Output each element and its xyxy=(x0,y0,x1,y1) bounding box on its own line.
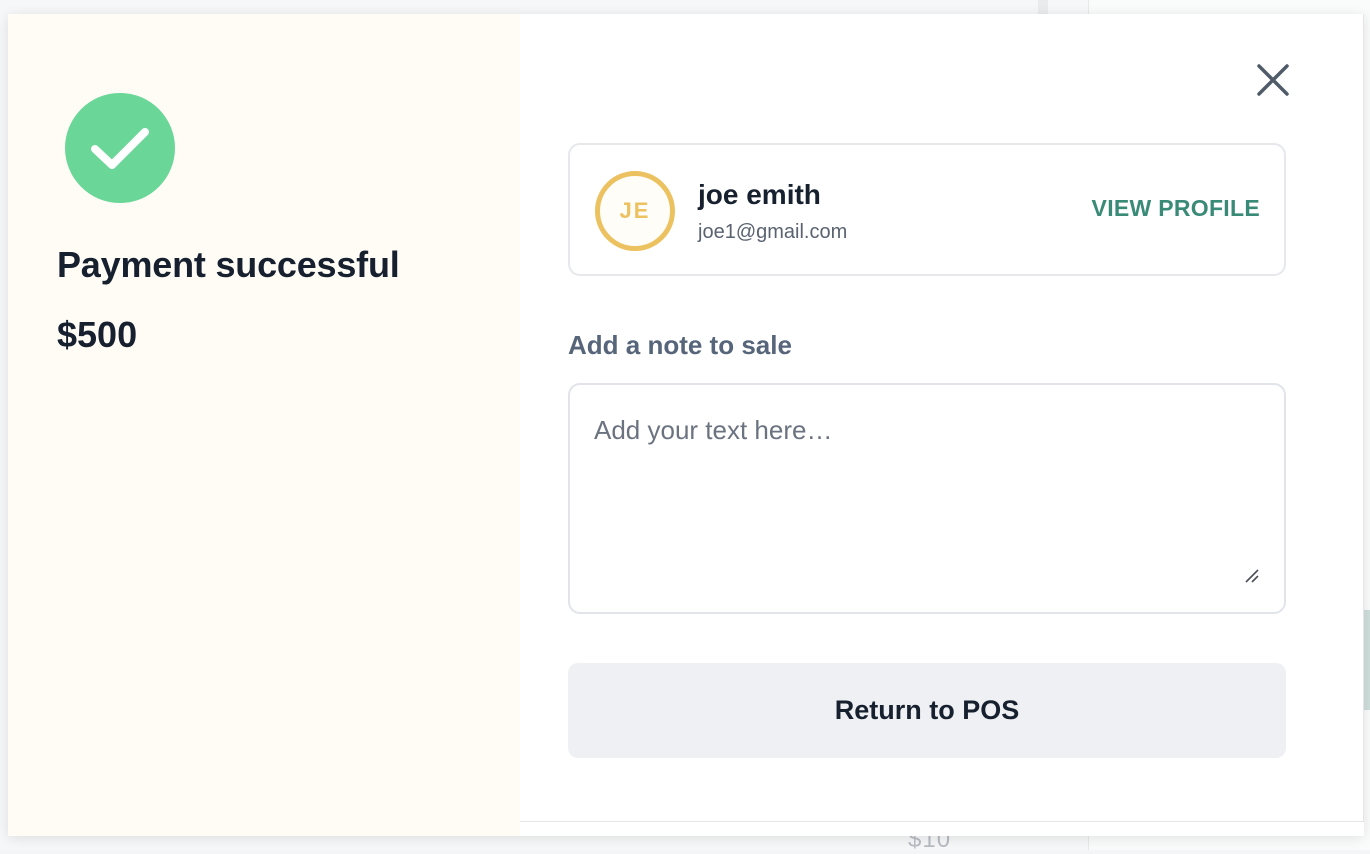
sale-details-panel: JE joe emith joe1@gmail.com VIEW PROFILE… xyxy=(520,14,1364,822)
note-textarea[interactable] xyxy=(570,385,1284,612)
payment-amount: $500 xyxy=(57,314,137,356)
background-accent xyxy=(1364,610,1370,710)
customer-name: joe emith xyxy=(698,179,821,211)
note-label: Add a note to sale xyxy=(568,330,792,361)
close-button[interactable] xyxy=(1253,60,1293,100)
payment-status-title: Payment successful xyxy=(57,244,400,286)
payment-success-modal: Payment successful $500 JE joe emith joe… xyxy=(8,14,1364,836)
return-to-pos-button[interactable]: Return to POS xyxy=(568,663,1286,758)
payment-summary-panel: Payment successful $500 xyxy=(8,14,520,836)
customer-card: JE joe emith joe1@gmail.com VIEW PROFILE xyxy=(568,143,1286,276)
resize-grip-icon[interactable] xyxy=(1244,568,1260,584)
avatar: JE xyxy=(595,171,675,251)
close-icon xyxy=(1256,63,1290,97)
check-circle-icon xyxy=(65,93,175,203)
note-field-container xyxy=(568,383,1286,614)
customer-email: joe1@gmail.com xyxy=(698,221,847,244)
view-profile-link[interactable]: VIEW PROFILE xyxy=(1092,195,1260,222)
